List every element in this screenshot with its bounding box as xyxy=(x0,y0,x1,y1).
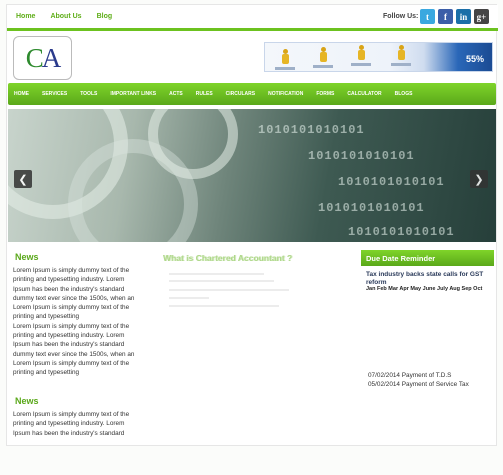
main-nav-item[interactable]: RULES xyxy=(196,91,213,97)
banner-figure xyxy=(318,47,328,63)
news-line: dummy text ever since the 1500s, when an xyxy=(13,294,135,302)
top-bar: Home About Us Blog Follow Us: t f in g+ xyxy=(7,5,498,31)
main-nav-item[interactable]: CALCULATOR xyxy=(347,91,381,97)
news-line: Lorem Ipsum is simply dummy text of the xyxy=(13,267,130,274)
slider-binary-4: 1010101010101 xyxy=(318,201,425,215)
top-nav-home[interactable]: Home xyxy=(16,13,35,20)
faded-line xyxy=(169,289,289,291)
googleplus-icon[interactable]: g+ xyxy=(474,9,489,24)
slider-next-button[interactable]: ❯ xyxy=(470,170,488,188)
news-line: Ipsum has been the industry's standard xyxy=(13,429,125,437)
due-date-months[interactable]: Jan Feb Mar Apr May June July Aug Sep Oc… xyxy=(366,286,482,292)
news-line: Lorem Ipsum is simply dummy text of the xyxy=(13,304,130,312)
news-line: Ipsum has been the industry's standard xyxy=(13,285,125,293)
linkedin-icon[interactable]: in xyxy=(456,9,471,24)
main-nav-item[interactable]: FORMS xyxy=(316,91,334,97)
slider-binary-5: 1010101010101 xyxy=(348,225,455,239)
main-nav-item[interactable]: HOME xyxy=(14,91,29,97)
slider-binary-3: 1010101010101 xyxy=(338,175,445,189)
banner-step xyxy=(351,63,371,66)
page: Home About Us Blog Follow Us: t f in g+ … xyxy=(0,0,503,475)
main-nav-item[interactable]: NOTIFICATION xyxy=(268,91,303,97)
banner-step xyxy=(275,67,295,70)
due-date-header: Due Date Reminder xyxy=(361,250,494,266)
news-line: printing and typesetting industry. Lorem xyxy=(13,420,125,428)
banner-percent: 55% xyxy=(465,54,484,64)
main-nav-item[interactable]: SERVICES xyxy=(42,91,67,97)
news-title-2: News xyxy=(15,396,39,406)
twitter-icon[interactable]: t xyxy=(420,9,435,24)
due-payment-2: 05/02/2014 Payment of Service Tax xyxy=(368,381,469,388)
faded-line xyxy=(169,305,279,307)
news-body: Lorem Ipsum is simply dummy text of the p… xyxy=(13,266,153,378)
news-line: Lorem Ipsum is simply dummy text of the xyxy=(13,411,130,418)
chevron-right-icon: ❯ xyxy=(474,173,484,186)
banner-step xyxy=(391,63,411,66)
news-line: Lorem Ipsum is simply dummy text of the xyxy=(13,359,130,367)
chevron-left-icon: ❮ xyxy=(18,173,28,186)
news-line: printing and typesetting industry. Lorem xyxy=(13,332,125,340)
due-date-headline[interactable]: Tax industry backs state calls for GST r… xyxy=(366,271,492,287)
main-nav-item[interactable]: BLOGS xyxy=(395,91,413,97)
slider-prev-button[interactable]: ❮ xyxy=(14,170,32,188)
top-nav: Home About Us Blog xyxy=(16,13,127,20)
top-nav-blog[interactable]: Blog xyxy=(97,13,113,20)
follow-us-label: Follow Us: xyxy=(383,13,419,20)
news-title: News xyxy=(15,252,39,262)
news-line: Ipsum has been the industry's standard xyxy=(13,341,125,349)
banner-figure xyxy=(356,45,366,61)
banner-figure xyxy=(280,49,290,65)
news-line: printing and typesetting xyxy=(13,313,80,321)
main-nav-item[interactable]: TOOLS xyxy=(80,91,97,97)
main-nav: HOME SERVICES TOOLS IMPORTANT LINKS ACTS RULE… xyxy=(8,83,496,105)
site-frame: Home About Us Blog Follow Us: t f in g+ … xyxy=(6,4,498,446)
news-line: printing and typesetting industry. Lorem xyxy=(13,276,125,284)
top-nav-about[interactable]: About Us xyxy=(50,13,81,20)
slider-binary-2: 1010101010101 xyxy=(308,149,415,163)
header-banner: 55% xyxy=(264,42,493,72)
slider-binary-1: 1010101010101 xyxy=(258,123,365,137)
news-line: Lorem Ipsum is simply dummy text of the xyxy=(13,322,130,330)
news-body-2: Lorem Ipsum is simply dummy text of the p… xyxy=(13,410,153,438)
hero-slider: 1010101010101 1010101010101 101010101010… xyxy=(8,109,496,242)
news-line: printing and typesetting xyxy=(13,369,80,377)
site-logo[interactable]: CA xyxy=(13,36,72,80)
faded-line xyxy=(169,280,274,282)
facebook-icon[interactable]: f xyxy=(438,9,453,24)
main-nav-item[interactable]: ACTS xyxy=(169,91,183,97)
news-line: dummy text ever since the 1500s, when an xyxy=(13,350,135,358)
faded-line xyxy=(169,297,209,299)
main-nav-item[interactable]: IMPORTANT LINKS xyxy=(110,91,156,97)
banner-figure xyxy=(396,45,406,61)
faded-line xyxy=(169,273,264,275)
what-is-title: What is Chartered Accountant ? xyxy=(163,253,293,263)
what-is-section: What is Chartered Accountant ? xyxy=(159,253,349,438)
banner-step xyxy=(313,65,333,68)
due-payment-1: 07/02/2014 Payment of T.D.S xyxy=(368,372,452,379)
main-nav-item[interactable]: CIRCULARS xyxy=(226,91,255,97)
